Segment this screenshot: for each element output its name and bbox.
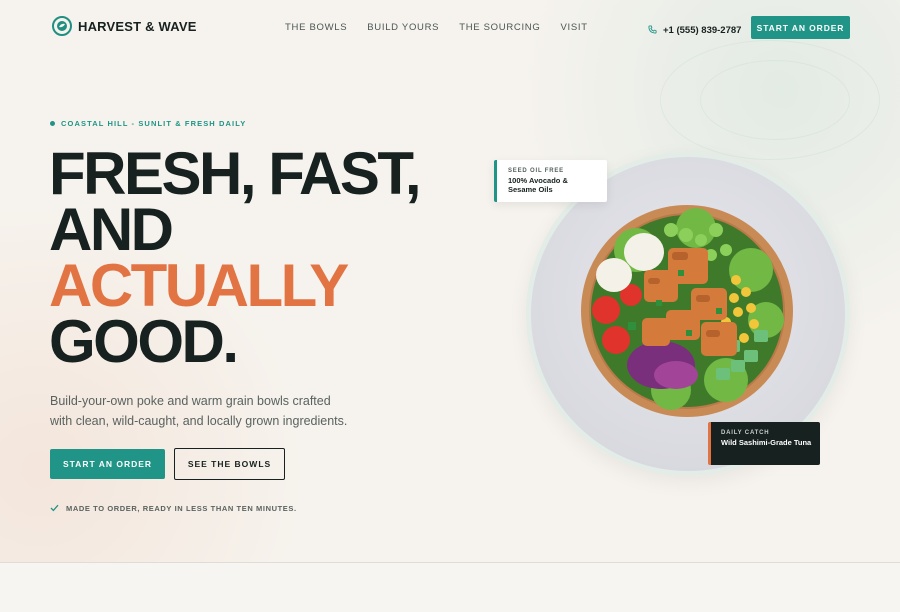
start-order-button[interactable]: START AN ORDER (50, 449, 165, 479)
eyebrow-text: COASTAL HILL - SUNLIT & FRESH DAILY (61, 119, 247, 128)
site-header: HARVEST & WAVE THE BOWLS BUILD YOURS THE… (0, 0, 900, 55)
phone-link[interactable]: +1 (555) 839-2787 (648, 21, 741, 39)
hero-lede: Build-your-own poke and warm grain bowls… (50, 394, 348, 428)
phone-icon (648, 21, 657, 39)
nav-the-bowls[interactable]: THE BOWLS (285, 22, 347, 33)
nav-build-yours[interactable]: BUILD YOURS (367, 22, 439, 33)
hero-note: MADE TO ORDER, READY IN LESS THAN TEN MI… (50, 499, 297, 517)
brand[interactable]: HARVEST & WAVE (52, 16, 197, 36)
check-icon (50, 499, 59, 517)
nav-the-sourcing[interactable]: THE SOURCING (459, 22, 540, 33)
main-nav: THE BOWLS BUILD YOURS THE SOURCING VISIT (285, 22, 588, 33)
eyebrow: COASTAL HILL - SUNLIT & FRESH DAILY (50, 119, 246, 128)
globe-leaf-icon (52, 16, 72, 36)
background-ring (700, 60, 850, 140)
daily-catch-label: DAILY CATCH (721, 430, 770, 436)
next-section (0, 563, 900, 612)
headline-line-4: GOOD. (49, 308, 239, 375)
headline-line-2: AND (49, 196, 174, 263)
daily-catch-badge: DAILY CATCH Wild Sashimi-Grade Tuna (708, 422, 820, 465)
seed-oil-badge: SEED OIL FREE 100% Avocado & Sesame Oils (494, 160, 607, 202)
header-start-order-button[interactable]: START AN ORDER (751, 16, 850, 39)
headline-line-3-accent: ACTUALLY (49, 252, 349, 319)
headline-line-1: FRESH, FAST, (49, 140, 422, 207)
phone-number: +1 (555) 839-2787 (663, 24, 742, 36)
hero-headline: FRESH, FAST, AND ACTUALLY GOOD. (49, 140, 469, 375)
poke-bowl-image (581, 205, 793, 417)
seed-oil-label: SEED OIL FREE (508, 168, 564, 174)
eyebrow-dot (50, 121, 55, 126)
brand-name: HARVEST & WAVE (78, 18, 197, 34)
seed-oil-value: 100% Avocado & Sesame Oils (508, 176, 568, 194)
nav-visit[interactable]: VISIT (560, 22, 587, 33)
daily-catch-value: Wild Sashimi-Grade Tuna (721, 438, 812, 447)
see-bowls-button[interactable]: SEE THE BOWLS (174, 448, 285, 480)
hero-note-text: MADE TO ORDER, READY IN LESS THAN TEN MI… (66, 503, 297, 513)
